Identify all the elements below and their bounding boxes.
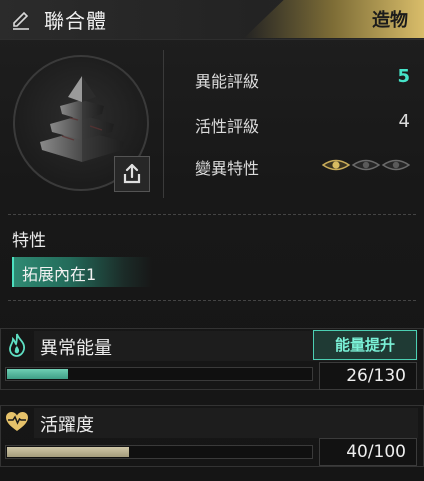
activity-count: 40/100 xyxy=(319,438,417,466)
activity-progress-bar xyxy=(5,445,313,459)
activity-progress-fill xyxy=(7,447,129,457)
section-divider xyxy=(8,300,416,301)
pencil-icon[interactable] xyxy=(10,9,32,31)
export-button[interactable] xyxy=(114,156,150,192)
trait-chip[interactable]: 拓展內在1 xyxy=(12,257,152,287)
traits-heading: 特性 xyxy=(12,231,46,251)
flame-icon xyxy=(9,333,25,357)
stat-value: 5 xyxy=(397,66,410,87)
stat-mutation-trait: 變異特性 xyxy=(195,153,410,178)
mutation-eye-icons[interactable] xyxy=(322,157,410,173)
section-divider xyxy=(8,214,416,215)
stat-ability-rating: 異能評級 5 xyxy=(195,66,410,91)
stat-value: 4 xyxy=(398,111,410,132)
heart-pulse-icon xyxy=(6,412,28,431)
activity-header: 活躍度 xyxy=(34,408,418,438)
stat-activity-rating: 活性評級 4 xyxy=(195,111,410,136)
stat-label: 活性評級 xyxy=(195,117,260,136)
panel-header: 聯合體 造物 xyxy=(0,0,424,40)
artifact-name: 聯合體 xyxy=(44,9,107,33)
energy-label: 異常能量 xyxy=(40,338,112,359)
activity-count-text: 40/100 xyxy=(346,442,406,462)
energy-progress-fill xyxy=(7,369,68,379)
trait-label: 拓展內在1 xyxy=(22,265,97,284)
activity-label: 活躍度 xyxy=(40,415,94,436)
stat-label: 變異特性 xyxy=(195,159,260,178)
stat-label: 異能評級 xyxy=(195,72,260,91)
eye-icon-active xyxy=(322,159,351,171)
info-divider xyxy=(163,50,164,198)
eye-icon-inactive xyxy=(351,159,381,171)
pyramid-artifact-image xyxy=(40,76,124,162)
energy-count-text: 26/130 xyxy=(346,366,406,386)
energy-progress-bar xyxy=(5,367,313,381)
eye-icon-inactive xyxy=(381,159,410,171)
energy-upgrade-button[interactable]: 能量提升 xyxy=(313,330,417,360)
share-export-icon xyxy=(123,163,141,184)
energy-count: 26/130 xyxy=(319,362,417,390)
artifact-panel: 聯合體 造物 異能評級 5 活性評級 4 變異特性 特性 拓展內在1 異常能量 … xyxy=(0,0,424,481)
type-label: 造物 xyxy=(372,10,408,31)
